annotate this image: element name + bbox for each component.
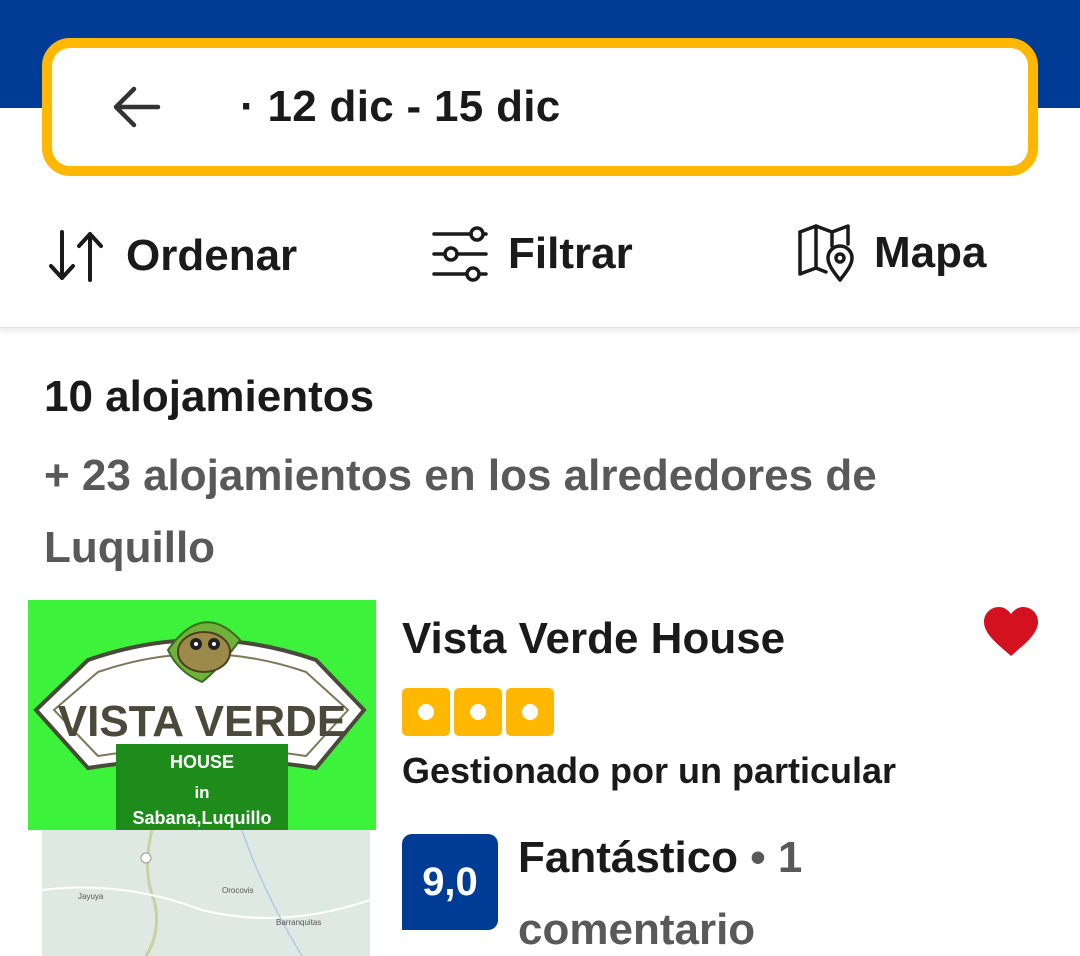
logo-location: Sabana,Luquillo xyxy=(132,808,271,828)
arrow-left-icon xyxy=(113,86,161,128)
review-summary: Fantástico • 1 comentario xyxy=(518,822,838,956)
map-place-3: Barranquitas xyxy=(276,918,322,927)
map-button[interactable]: Mapa xyxy=(796,222,986,284)
review-score-badge: 9,0 xyxy=(402,834,498,930)
map-place-2: Orocovis xyxy=(222,886,254,895)
property-logo: VISTA VERDE HOUSE in Sabana,Luquillo xyxy=(33,621,367,830)
star-rating xyxy=(402,688,554,736)
rating-square-icon xyxy=(454,688,502,736)
map-label: Mapa xyxy=(874,228,987,277)
search-bar[interactable]: · 12 dic - 15 dic xyxy=(42,38,1038,176)
toolbar: Ordenar Filtrar Mapa xyxy=(0,196,1080,328)
property-map-thumbnail[interactable]: Jayuya Orocovis Barranquitas xyxy=(42,830,370,956)
logo-title: VISTA VERDE xyxy=(58,697,347,746)
map-place-1: Jayuya xyxy=(78,892,104,901)
filter-label: Filtrar xyxy=(508,229,633,278)
rating-square-icon xyxy=(402,688,450,736)
sort-button[interactable]: Ordenar xyxy=(46,228,297,284)
managed-by: Gestionado por un particular xyxy=(402,750,897,791)
property-card[interactable]: VISTA VERDE HOUSE in Sabana,Luquillo Jay… xyxy=(0,600,1080,956)
logo-subtitle: HOUSE xyxy=(170,752,234,772)
back-button[interactable] xyxy=(92,67,182,147)
score-word: Fantástico xyxy=(518,833,739,882)
property-photo[interactable]: VISTA VERDE HOUSE in Sabana,Luquillo xyxy=(28,600,376,830)
logo-in: in xyxy=(194,783,209,802)
sort-label: Ordenar xyxy=(126,231,298,280)
results-count: 10 alojamientos xyxy=(44,372,375,421)
rating-square-icon xyxy=(506,688,554,736)
search-dates[interactable]: · 12 dic - 15 dic xyxy=(240,82,561,132)
heart-icon xyxy=(984,607,1038,656)
filter-button[interactable]: Filtrar xyxy=(430,224,633,284)
sort-arrows-icon xyxy=(49,230,103,282)
favorite-button[interactable] xyxy=(980,604,1042,660)
results-nearby: + 23 alojamientos en los alrededores de … xyxy=(44,451,877,572)
property-name[interactable]: Vista Verde House xyxy=(402,614,785,664)
sliders-icon xyxy=(432,226,488,282)
map-pin-icon xyxy=(798,224,854,282)
